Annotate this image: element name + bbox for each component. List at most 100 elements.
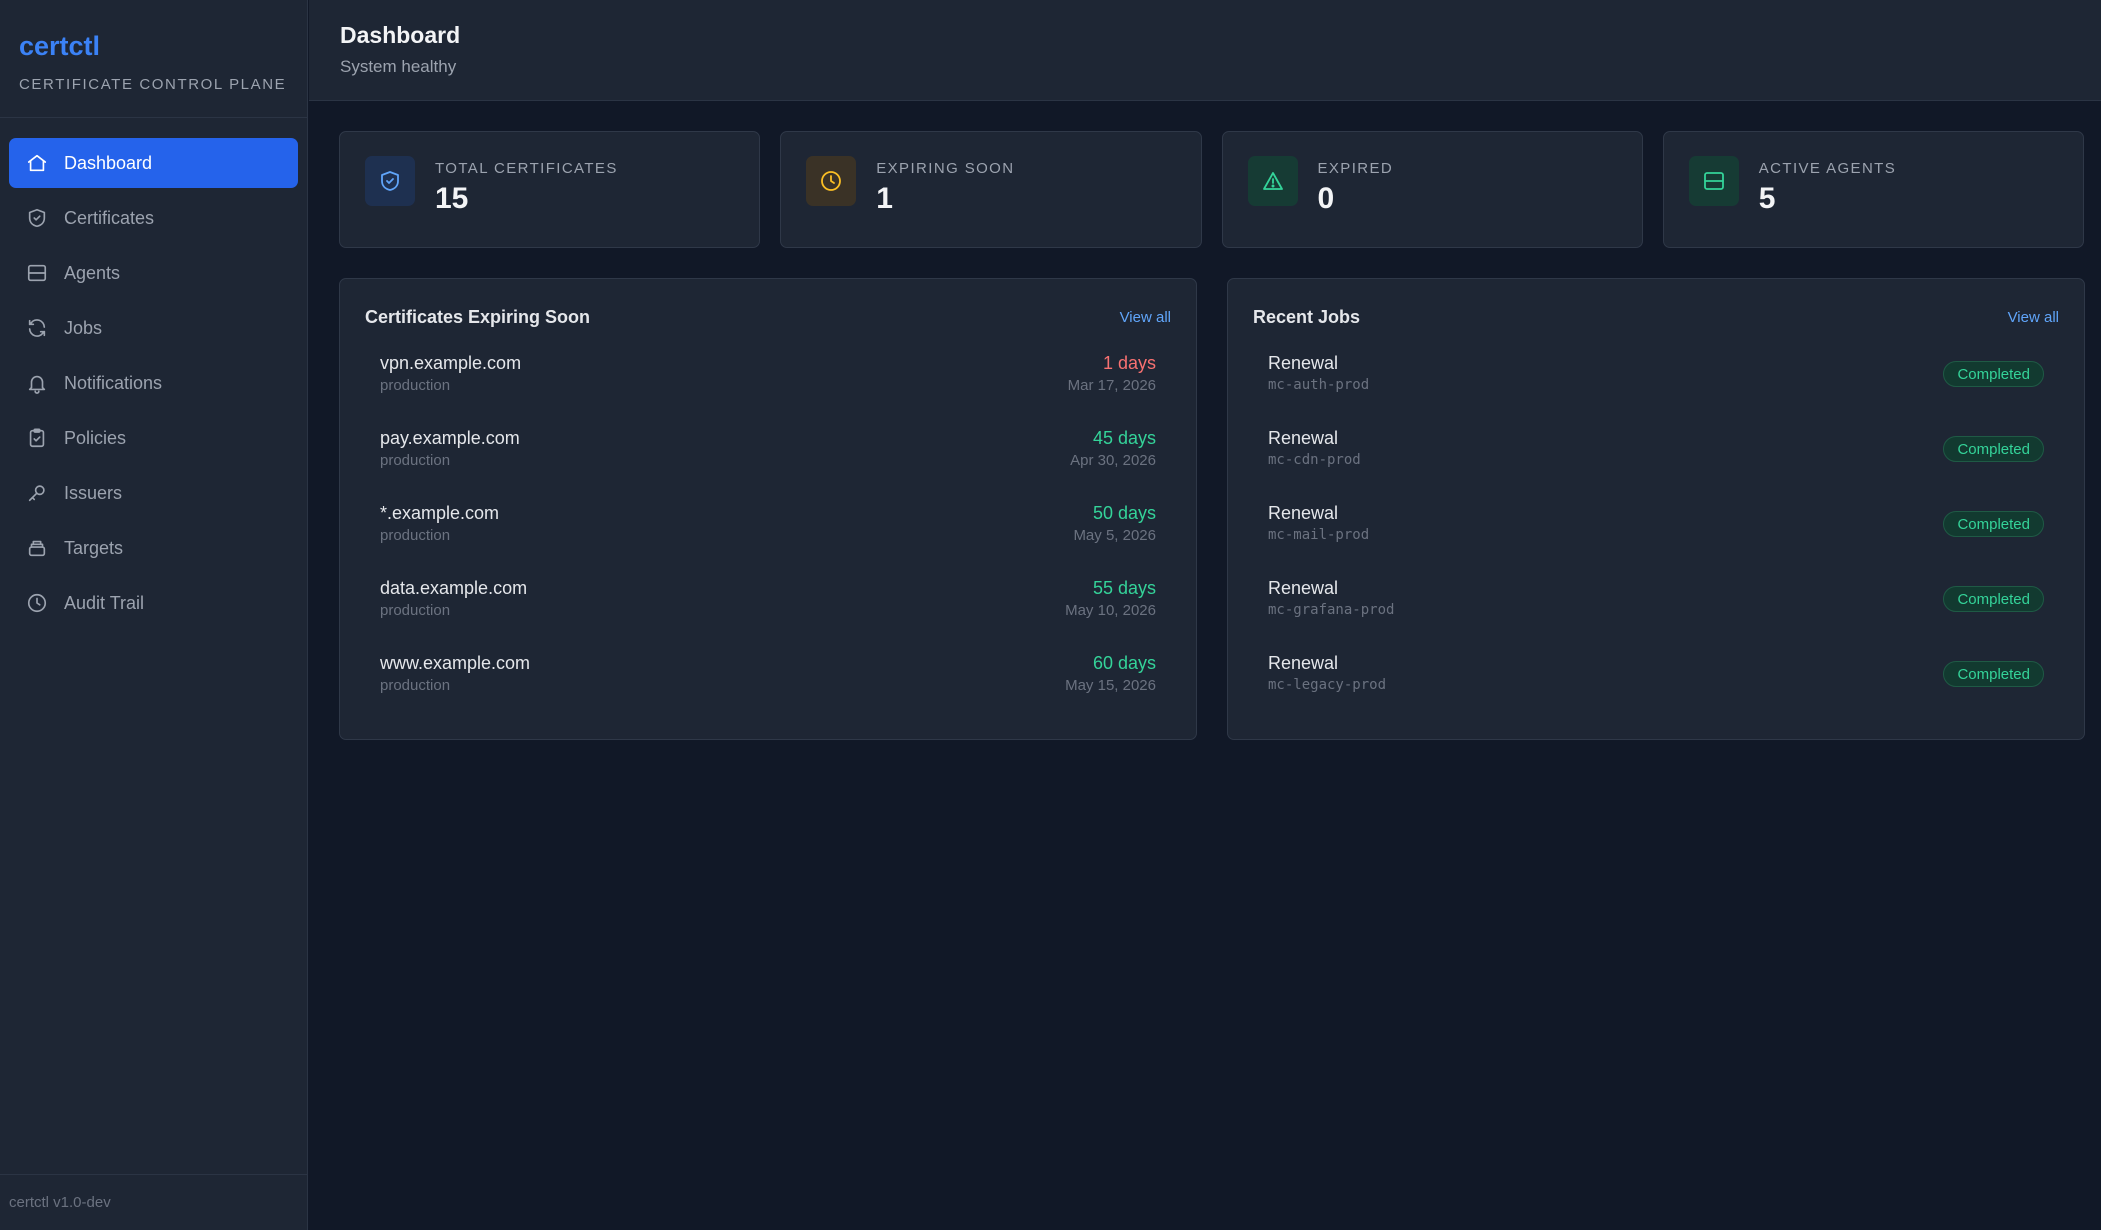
job-certificate-id: mc-auth-prod (1268, 377, 1370, 393)
stat-label: EXPIRED (1317, 160, 1394, 177)
list-item[interactable]: *.example.com production 50 days May 5, … (365, 502, 1171, 577)
sidebar-item-label: Targets (64, 537, 124, 558)
stat-card-expiring-soon[interactable]: EXPIRING SOON 1 (780, 131, 1202, 248)
brand-name[interactable]: certctl (19, 30, 288, 62)
sidebar-nav: Dashboard Certificates Agents Jobs Notif… (0, 118, 307, 628)
expiry-date: May 10, 2026 (1065, 602, 1156, 619)
job-type: Renewal (1268, 578, 1339, 598)
sidebar-item-policies[interactable]: Policies (9, 413, 298, 463)
sidebar-item-label: Agents (64, 262, 121, 283)
certificate-name: pay.example.com (380, 428, 520, 448)
view-all-certificates-link[interactable]: View all (1120, 309, 1171, 326)
shield-check-icon (365, 156, 415, 206)
expiry-date: May 15, 2026 (1065, 677, 1156, 694)
stat-card-active-agents[interactable]: ACTIVE AGENTS 5 (1662, 131, 2084, 248)
version-label: certctl v1.0-dev (0, 1174, 307, 1230)
list-item[interactable]: pay.example.com production 45 days Apr 3… (365, 427, 1171, 502)
list-item[interactable]: data.example.com production 55 days May … (365, 577, 1171, 652)
list-item[interactable]: Renewal mc-auth-prod Completed (1253, 352, 2059, 427)
list-item[interactable]: Renewal mc-cdn-prod Completed (1253, 427, 2059, 502)
job-type: Renewal (1268, 353, 1339, 373)
stat-value: 15 (435, 182, 469, 215)
list-item[interactable]: www.example.com production 60 days May 1… (365, 652, 1171, 727)
clock-icon (25, 591, 49, 615)
job-certificate-id: mc-legacy-prod (1268, 677, 1387, 693)
sidebar-item-issuers[interactable]: Issuers (9, 468, 298, 518)
environment-label: production (380, 677, 451, 694)
status-badge: Completed (1943, 436, 2044, 462)
sidebar-item-dashboard[interactable]: Dashboard (9, 138, 298, 188)
server-icon (25, 261, 49, 285)
sidebar-item-jobs[interactable]: Jobs (9, 303, 298, 353)
days-remaining: 45 days (1092, 428, 1156, 448)
brand-subtitle: CERTIFICATE CONTROL PLANE (19, 76, 287, 93)
clipboard-check-icon (25, 426, 49, 450)
sidebar-item-label: Certificates (64, 207, 155, 228)
environment-label: production (380, 452, 451, 469)
clock-icon (806, 156, 857, 206)
sidebar-item-targets[interactable]: Targets (9, 523, 298, 573)
job-type: Renewal (1268, 653, 1339, 673)
days-remaining: 55 days (1092, 578, 1156, 598)
days-remaining: 1 days (1102, 353, 1156, 373)
job-certificate-id: mc-cdn-prod (1268, 452, 1361, 468)
sidebar-item-audit-trail[interactable]: Audit Trail (9, 578, 298, 628)
stat-label: EXPIRING SOON (876, 160, 1015, 177)
stat-card-expired[interactable]: EXPIRED 0 (1221, 131, 1643, 248)
days-remaining: 50 days (1092, 503, 1156, 523)
environment-label: production (380, 602, 451, 619)
job-certificate-id: mc-grafana-prod (1268, 602, 1395, 618)
sidebar-item-label: Notifications (64, 372, 163, 393)
sidebar-item-label: Jobs (64, 317, 103, 338)
list-item[interactable]: Renewal mc-legacy-prod Completed (1253, 652, 2059, 727)
sidebar-item-label: Policies (64, 427, 127, 448)
brand: certctl CERTIFICATE CONTROL PLANE (0, 0, 307, 118)
panel-title: Recent Jobs (1253, 306, 1361, 327)
stat-cards: TOTAL CERTIFICATES 15 EXPIRING SOON 1 EX… (339, 131, 2084, 248)
certificate-name: vpn.example.com (380, 353, 522, 373)
sidebar-item-label: Audit Trail (64, 592, 145, 613)
stat-value: 5 (1758, 182, 1776, 215)
bell-icon (25, 371, 49, 395)
sidebar-item-label: Dashboard (64, 152, 153, 173)
target-icon (25, 536, 49, 560)
expiry-date: Apr 30, 2026 (1070, 452, 1156, 469)
expiry-date: May 5, 2026 (1073, 527, 1156, 544)
job-type: Renewal (1268, 503, 1339, 523)
shield-check-icon (25, 206, 49, 230)
view-all-jobs-link[interactable]: View all (2008, 309, 2059, 326)
certificate-name: www.example.com (380, 653, 531, 673)
list-item[interactable]: vpn.example.com production 1 days Mar 17… (365, 352, 1171, 427)
expiring-certificates-panel: Certificates Expiring Soon View all vpn.… (339, 278, 1197, 740)
stat-card-total-certificates[interactable]: TOTAL CERTIFICATES 15 (339, 131, 761, 248)
list-item[interactable]: Renewal mc-mail-prod Completed (1253, 502, 2059, 577)
environment-label: production (380, 527, 451, 544)
server-icon (1688, 156, 1739, 206)
list-item[interactable]: Renewal mc-grafana-prod Completed (1253, 577, 2059, 652)
status-badge: Completed (1943, 511, 2044, 537)
status-badge: Completed (1943, 586, 2044, 612)
sidebar-item-agents[interactable]: Agents (9, 248, 298, 298)
sidebar-item-certificates[interactable]: Certificates (9, 193, 298, 243)
system-status: System healthy (340, 57, 457, 76)
refresh-icon (25, 316, 49, 340)
stat-label: TOTAL CERTIFICATES (435, 160, 618, 177)
stat-value: 0 (1317, 182, 1335, 215)
page-header: Dashboard System healthy (309, 0, 2101, 101)
home-icon (25, 151, 49, 175)
panel-title: Certificates Expiring Soon (365, 306, 591, 327)
sidebar-item-label: Issuers (64, 482, 123, 503)
environment-label: production (380, 377, 451, 394)
stat-value: 1 (876, 182, 893, 215)
certificate-name: *.example.com (380, 503, 500, 523)
key-icon (25, 481, 49, 505)
expiry-date: Mar 17, 2026 (1067, 377, 1156, 394)
status-badge: Completed (1943, 361, 2044, 387)
sidebar-item-notifications[interactable]: Notifications (9, 358, 298, 408)
status-badge: Completed (1943, 661, 2044, 687)
job-type: Renewal (1268, 428, 1339, 448)
alert-triangle-icon (1247, 156, 1298, 206)
job-certificate-id: mc-mail-prod (1268, 527, 1370, 543)
recent-jobs-panel: Recent Jobs View all Renewal mc-auth-pro… (1227, 278, 2085, 740)
certificate-name: data.example.com (380, 578, 528, 598)
